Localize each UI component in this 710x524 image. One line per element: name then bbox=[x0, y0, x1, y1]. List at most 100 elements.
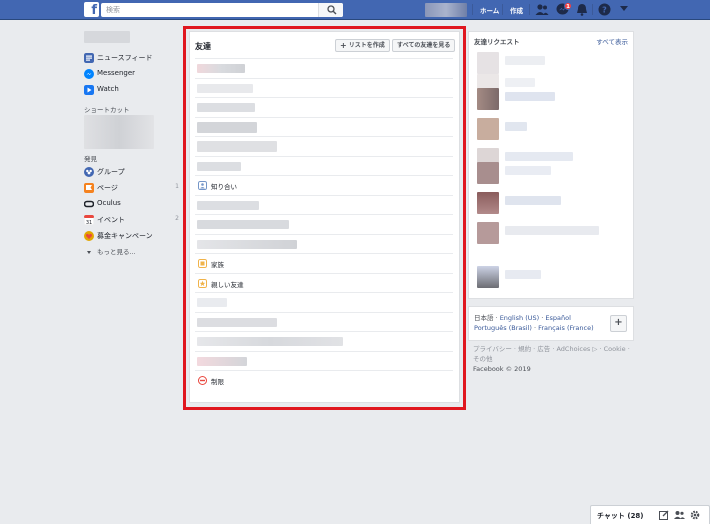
list-item[interactable] bbox=[195, 350, 453, 371]
sidebar-item-pages[interactable]: ページ 1 bbox=[84, 182, 184, 194]
list-item[interactable] bbox=[195, 311, 453, 332]
list-item-label: 家族 bbox=[211, 261, 224, 269]
footer: プライバシー · 規約 · 広告 · AdChoices ▷ · Cookie … bbox=[473, 344, 633, 374]
explore-heading: 発見 bbox=[84, 155, 97, 163]
fundraiser-icon bbox=[84, 231, 94, 241]
nav-divider bbox=[529, 4, 530, 15]
pages-icon bbox=[84, 183, 94, 193]
language-option[interactable]: English (US) bbox=[500, 314, 540, 322]
nav-divider bbox=[592, 4, 593, 15]
messages-badge: 1 bbox=[564, 2, 572, 10]
profile-name-blur[interactable] bbox=[84, 31, 130, 43]
list-item[interactable] bbox=[195, 116, 453, 137]
friend-request-row[interactable] bbox=[477, 88, 627, 110]
top-navigation-bar: f ホーム 作成 1 ? bbox=[0, 0, 710, 20]
sidebar-item-label: Oculus bbox=[97, 199, 121, 207]
chat-bar[interactable]: チャット (28) bbox=[590, 505, 710, 524]
news-feed-icon bbox=[84, 53, 94, 63]
home-link[interactable]: ホーム bbox=[480, 5, 499, 15]
sidebar-see-more[interactable]: もっと見る... bbox=[84, 245, 184, 257]
list-item-label: 親しい友達 bbox=[211, 280, 244, 289]
list-item-label: 知り合い bbox=[211, 183, 237, 191]
chevron-down-icon bbox=[87, 251, 91, 254]
sidebar-item-events[interactable]: 31 イベント 2 bbox=[84, 214, 184, 226]
chat-label: チャット (28) bbox=[597, 512, 644, 520]
plus-icon: + bbox=[614, 317, 623, 328]
restricted-icon bbox=[198, 376, 207, 385]
copyright: Facebook © 2019 bbox=[473, 365, 531, 373]
facebook-logo[interactable]: f bbox=[84, 2, 99, 17]
help-icon[interactable]: ? bbox=[598, 3, 611, 16]
search-icon bbox=[327, 5, 337, 15]
language-option[interactable]: Español bbox=[545, 314, 571, 322]
sidebar-item-watch[interactable]: Watch bbox=[84, 84, 184, 96]
sidebar-item-fundraisers[interactable]: 募金キャンペーン bbox=[84, 230, 184, 242]
list-item[interactable] bbox=[195, 155, 453, 176]
see-more-label: もっと見る... bbox=[97, 248, 136, 256]
account-menu-caret-icon[interactable] bbox=[620, 6, 628, 12]
sidebar-item-label: Watch bbox=[97, 85, 119, 93]
sidebar-item-count: 1 bbox=[175, 183, 179, 190]
sidebar-item-count: 2 bbox=[175, 215, 179, 222]
search-button[interactable] bbox=[318, 3, 343, 17]
friends-panel: 友達 + リストを作成 すべての友達を見る 知り合い 家族 親しい友達 制限 bbox=[189, 31, 460, 403]
friend-lists: 知り合い 家族 親しい友達 制限 bbox=[195, 58, 453, 390]
list-item[interactable] bbox=[195, 58, 453, 78]
sidebar-item-messenger[interactable]: Messenger bbox=[84, 68, 184, 80]
list-item-restricted[interactable]: 制限 bbox=[195, 370, 453, 390]
events-icon: 31 bbox=[84, 215, 94, 225]
more-languages-button[interactable]: + bbox=[610, 315, 627, 332]
language-option[interactable]: Français (France) bbox=[538, 324, 594, 332]
list-item[interactable] bbox=[195, 331, 453, 351]
list-item-close-friends[interactable]: 親しい友達 bbox=[195, 272, 453, 293]
gear-icon[interactable] bbox=[690, 510, 700, 520]
sidebar-item-news-feed[interactable]: ニュースフィード bbox=[84, 52, 184, 64]
sidebar-item-label: グループ bbox=[97, 168, 125, 176]
profile-link[interactable] bbox=[425, 3, 467, 17]
list-item[interactable] bbox=[195, 233, 453, 254]
contacts-icon[interactable] bbox=[674, 510, 685, 520]
new-message-icon[interactable] bbox=[659, 510, 669, 520]
list-item[interactable] bbox=[195, 97, 453, 117]
oculus-icon bbox=[84, 200, 94, 208]
list-item[interactable] bbox=[195, 194, 453, 215]
friend-requests-panel: 友達リクエスト すべて表示 bbox=[468, 31, 634, 299]
friend-request-row[interactable] bbox=[477, 52, 627, 74]
language-selector: 日本語 · English (US) · Español Português (… bbox=[468, 306, 634, 341]
sidebar-item-groups[interactable]: グループ bbox=[84, 166, 184, 178]
friend-request-row[interactable] bbox=[477, 162, 627, 184]
create-link[interactable]: 作成 bbox=[510, 5, 523, 15]
create-list-button[interactable]: + リストを作成 bbox=[335, 39, 390, 52]
friend-request-row[interactable] bbox=[477, 266, 627, 288]
close-friends-star-icon bbox=[198, 278, 207, 288]
svg-text:31: 31 bbox=[86, 220, 92, 225]
search-input[interactable] bbox=[101, 3, 311, 17]
list-item-family[interactable]: 家族 bbox=[195, 253, 453, 273]
friend-request-row[interactable] bbox=[477, 192, 627, 214]
list-item[interactable] bbox=[195, 292, 453, 312]
notifications-icon[interactable] bbox=[576, 3, 588, 16]
sidebar-item-label: 募金キャンペーン bbox=[97, 232, 153, 240]
current-language: 日本語 bbox=[474, 314, 494, 322]
svg-text:?: ? bbox=[602, 6, 607, 15]
language-option[interactable]: Português (Brasil) bbox=[474, 324, 532, 332]
shortcuts-heading: ショートカット bbox=[84, 106, 130, 114]
shortcuts-list-blur[interactable] bbox=[84, 115, 154, 149]
create-list-label: リストを作成 bbox=[348, 42, 385, 49]
language-list: 日本語 · English (US) · Español Português (… bbox=[474, 314, 594, 332]
page-title: 友達 bbox=[195, 42, 211, 51]
friend-request-row[interactable] bbox=[477, 222, 627, 244]
footer-links[interactable]: プライバシー · 規約 · 広告 · AdChoices ▷ · Cookie … bbox=[473, 344, 633, 364]
sidebar-item-oculus[interactable]: Oculus bbox=[84, 198, 184, 210]
nav-divider bbox=[472, 4, 473, 15]
friend-request-row[interactable] bbox=[477, 118, 627, 140]
list-item[interactable] bbox=[195, 136, 453, 156]
see-all-requests-link[interactable]: すべて表示 bbox=[596, 36, 628, 46]
list-item[interactable] bbox=[195, 214, 453, 234]
sidebar-item-label: Messenger bbox=[97, 69, 136, 77]
sidebar-item-label: イベント bbox=[97, 216, 125, 224]
list-item-acquaintances[interactable]: 知り合い bbox=[195, 175, 453, 195]
list-item[interactable] bbox=[195, 77, 453, 98]
friend-requests-icon[interactable] bbox=[535, 3, 549, 16]
see-all-friends-button[interactable]: すべての友達を見る bbox=[392, 39, 456, 52]
